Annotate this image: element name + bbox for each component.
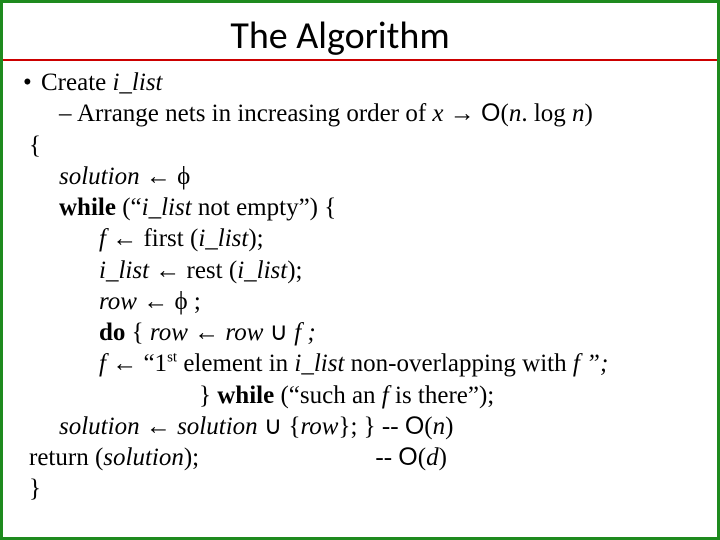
first-elem-open: “1 <box>143 350 167 377</box>
line-ilist-rest: i_list ← rest (i_list); <box>99 255 697 286</box>
f-2: f ; <box>294 319 316 346</box>
dashes-1: -- <box>376 413 405 440</box>
line-while: while (“i_list not empty”) { <box>59 192 697 223</box>
line-do: do { row ← row ∪ f ; <box>99 317 697 348</box>
first-text: first ( <box>143 225 198 252</box>
assign-7: ← <box>140 413 178 440</box>
slide-container: The Algorithm •Create i_list –Arrange ne… <box>0 0 720 540</box>
create-text: Create <box>41 69 112 96</box>
assign-4: ← <box>137 288 175 315</box>
od-open: ( <box>418 444 426 471</box>
endwhile-cond: (“such an <box>274 382 382 409</box>
f-1: f <box>99 225 106 252</box>
union-1: ∪ <box>263 319 294 346</box>
row-brace-close: } <box>338 413 350 440</box>
line-f-first: f ← first (i_list); <box>99 223 697 254</box>
ilist-2: i_list <box>142 194 192 221</box>
return-text: return ( <box>29 444 103 471</box>
row-brace-open: { <box>288 413 300 440</box>
f-3: f <box>99 350 106 377</box>
d-var: d <box>426 444 439 471</box>
line-solution-update: solution ← solution ∪ {row}; } -- O(n) <box>59 411 697 442</box>
solution-2: solution <box>59 413 140 440</box>
slide-body: •Create i_list –Arrange nets in increasi… <box>23 67 697 505</box>
assign-3: ← <box>149 257 187 284</box>
open-brace: { <box>29 130 697 161</box>
while-mid: not empty”) { <box>192 194 337 221</box>
return-close: ); <box>184 444 199 471</box>
line-row-init: row ← ϕ ; <box>99 286 697 317</box>
bullet-dash: – <box>59 98 77 129</box>
while-kw-2: while <box>217 382 274 409</box>
pseudocode: { solution ← ϕ while (“i_list not empty”… <box>29 130 697 505</box>
line-f-elem: f ← “1st element in i_list non-overlappi… <box>99 348 697 379</box>
bigO-2: O <box>405 412 424 440</box>
ilist-3: i_list <box>198 225 248 252</box>
rest-text: rest ( <box>187 257 238 284</box>
solution-3: solution <box>177 413 258 440</box>
semi-brace: ; } <box>350 413 375 440</box>
bullet-arrange: –Arrange nets in increasing order of x →… <box>59 98 697 129</box>
close-brace: } <box>29 473 697 504</box>
ilist-1: i_list <box>112 69 162 96</box>
on-close: ) <box>445 413 453 440</box>
slide-title: The Algorithm <box>0 13 697 59</box>
rps-1: ); <box>248 225 263 252</box>
bullet-dot: • <box>23 67 41 98</box>
phi-1: ϕ <box>177 163 190 190</box>
assign-1: ← <box>140 163 178 190</box>
ilist-4: i_list <box>99 257 149 284</box>
endwhile-end: is there”); <box>389 382 495 409</box>
union-2: ∪ <box>258 413 289 440</box>
x-var: x <box>432 100 443 127</box>
st-sup: st <box>167 350 177 366</box>
arrow-1: → <box>444 100 482 127</box>
row-3: row <box>225 319 263 346</box>
paren-open: ( <box>500 100 508 127</box>
n-2: n <box>572 100 585 127</box>
bullet-create: •Create i_list <box>23 67 697 98</box>
assign-6: ← <box>106 350 144 377</box>
do-open: { <box>125 319 150 346</box>
line-solution-init: solution ← ϕ <box>59 161 697 192</box>
title-underline <box>3 59 717 61</box>
bigO-3: O <box>398 443 417 471</box>
solution-1: solution <box>59 163 140 190</box>
bigO-1: O <box>481 99 500 127</box>
while-open: (“ <box>116 194 142 221</box>
n-1: n <box>509 100 522 127</box>
row-4: row <box>300 413 338 440</box>
arrange-pre: Arrange nets in increasing order of <box>77 100 432 127</box>
line-endwhile: } while (“such an f is there”); <box>199 380 697 411</box>
row-1: row <box>99 288 137 315</box>
n-3: n <box>433 413 446 440</box>
od-close: ) <box>439 444 447 471</box>
paren-close: ) <box>585 100 593 127</box>
first-elem-mid: element in <box>177 350 294 377</box>
assign-5: ← <box>188 319 226 346</box>
first-elem-end: non-overlapping with <box>344 350 572 377</box>
phi-2: ϕ ; <box>174 288 200 315</box>
on-open: ( <box>424 413 432 440</box>
ilist-5: i_list <box>237 257 287 284</box>
line-return: return (solution); -- O(d) <box>29 442 697 473</box>
solution-4: solution <box>103 444 184 471</box>
assign-2: ← <box>106 225 144 252</box>
do-kw: do <box>99 319 125 346</box>
endwhile-brace: } <box>199 382 217 409</box>
row-2: row <box>150 319 188 346</box>
while-kw: while <box>59 194 116 221</box>
ilist-6: i_list <box>294 350 344 377</box>
f-4: f ”; <box>573 350 608 377</box>
rps-2: ); <box>287 257 302 284</box>
dotlog: . log <box>521 100 572 127</box>
f-5: f <box>382 382 389 409</box>
dashes-2: -- <box>369 444 398 471</box>
